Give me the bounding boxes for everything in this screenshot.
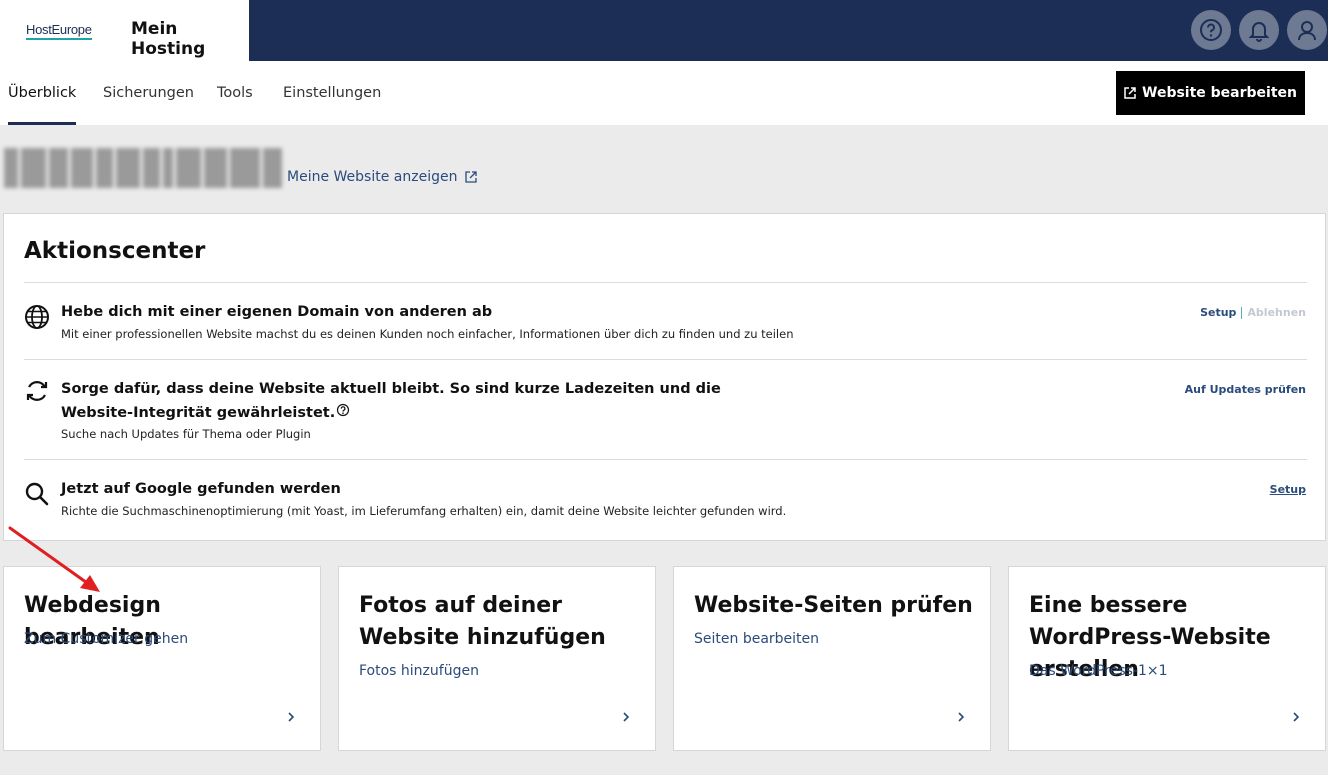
view-website-link[interactable]: Meine Website anzeigen bbox=[287, 169, 478, 185]
help-button[interactable] bbox=[1191, 10, 1231, 50]
info-help-icon[interactable] bbox=[336, 403, 350, 417]
logo-underline bbox=[26, 38, 92, 40]
tab-tools[interactable]: Tools bbox=[217, 85, 253, 125]
external-link-icon bbox=[1124, 87, 1136, 99]
action-item-title: Hebe dich mit einer eigenen Domain von a… bbox=[61, 304, 493, 320]
app-title: Mein Hosting bbox=[131, 19, 206, 59]
brand-area: HostEurope Mein Hosting bbox=[0, 0, 249, 61]
view-website-label: Meine Website anzeigen bbox=[287, 169, 458, 185]
card-title: Fotos auf deiner Website hinzufügen bbox=[359, 593, 606, 650]
chevron-right-icon[interactable] bbox=[1291, 711, 1301, 723]
card-webdesign[interactable]: Webdesign bearbeiten Zum Customizer gehe… bbox=[3, 566, 321, 751]
tab-backups[interactable]: Sicherungen bbox=[103, 85, 194, 125]
site-name-blurred bbox=[4, 146, 282, 190]
user-button[interactable] bbox=[1287, 10, 1327, 50]
tab-settings[interactable]: Einstellungen bbox=[283, 85, 381, 125]
separator bbox=[1241, 307, 1243, 319]
action-item-actions: Setup Ablehnen bbox=[1200, 306, 1306, 319]
globe-icon bbox=[25, 305, 49, 329]
action-item-title-text: Sorge dafür, dass deine Website aktuell … bbox=[61, 381, 721, 421]
search-icon bbox=[25, 482, 49, 506]
action-item-subtitle: Richte die Suchmaschinenoptimierung (mit… bbox=[61, 504, 787, 518]
card-title: Website-Seiten prüfen bbox=[694, 593, 973, 618]
card-pages[interactable]: Website-Seiten prüfen Seiten bearbeiten bbox=[673, 566, 991, 751]
tab-overview[interactable]: Überblick bbox=[8, 85, 77, 125]
user-icon bbox=[1298, 21, 1316, 41]
external-link-icon bbox=[465, 171, 478, 183]
check-updates-link[interactable]: Auf Updates prüfen bbox=[1185, 383, 1306, 396]
host-europe-logo[interactable]: HostEurope bbox=[26, 22, 92, 37]
setup-link[interactable]: Setup bbox=[1200, 306, 1236, 319]
decline-link[interactable]: Ablehnen bbox=[1247, 306, 1306, 319]
chevron-right-icon[interactable] bbox=[956, 711, 966, 723]
divider bbox=[24, 459, 1307, 460]
top-bar: HostEurope Mein Hosting bbox=[0, 0, 1328, 61]
edit-website-label: Website bearbeiten bbox=[1142, 85, 1297, 101]
action-item-subtitle: Suche nach Updates für Thema oder Plugin bbox=[61, 427, 311, 441]
card-link[interactable]: Das WordPress-1×1 bbox=[1029, 663, 1168, 679]
divider bbox=[24, 282, 1307, 283]
card-link[interactable]: Seiten bearbeiten bbox=[694, 631, 819, 647]
action-item-title: Jetzt auf Google gefunden werden bbox=[61, 481, 341, 497]
card-link[interactable]: Fotos hinzufügen bbox=[359, 663, 479, 679]
card-photos[interactable]: Fotos auf deiner Website hinzufügen Foto… bbox=[338, 566, 656, 751]
card-wordpress[interactable]: Eine bessere WordPress-Website erstellen… bbox=[1008, 566, 1326, 751]
chevron-right-icon[interactable] bbox=[621, 711, 631, 723]
notifications-button[interactable] bbox=[1239, 10, 1279, 50]
divider bbox=[24, 359, 1307, 360]
chevron-right-icon[interactable] bbox=[286, 711, 296, 723]
action-item-subtitle: Mit einer professionellen Website machst… bbox=[61, 327, 794, 341]
card-link[interactable]: Zum Customizer gehen bbox=[24, 631, 188, 647]
help-icon bbox=[1200, 19, 1222, 41]
bell-icon bbox=[1248, 22, 1270, 42]
action-item-title: Sorge dafür, dass deine Website aktuell … bbox=[61, 377, 781, 425]
refresh-icon bbox=[26, 381, 48, 401]
seo-setup-link[interactable]: Setup bbox=[1270, 483, 1306, 496]
action-center-title: Aktionscenter bbox=[24, 238, 206, 264]
tab-bar: Überblick Sicherungen Tools Einstellunge… bbox=[0, 61, 1328, 125]
edit-website-button[interactable]: Website bearbeiten bbox=[1116, 71, 1305, 115]
action-center-panel: Aktionscenter Hebe dich mit einer eigene… bbox=[3, 213, 1326, 541]
